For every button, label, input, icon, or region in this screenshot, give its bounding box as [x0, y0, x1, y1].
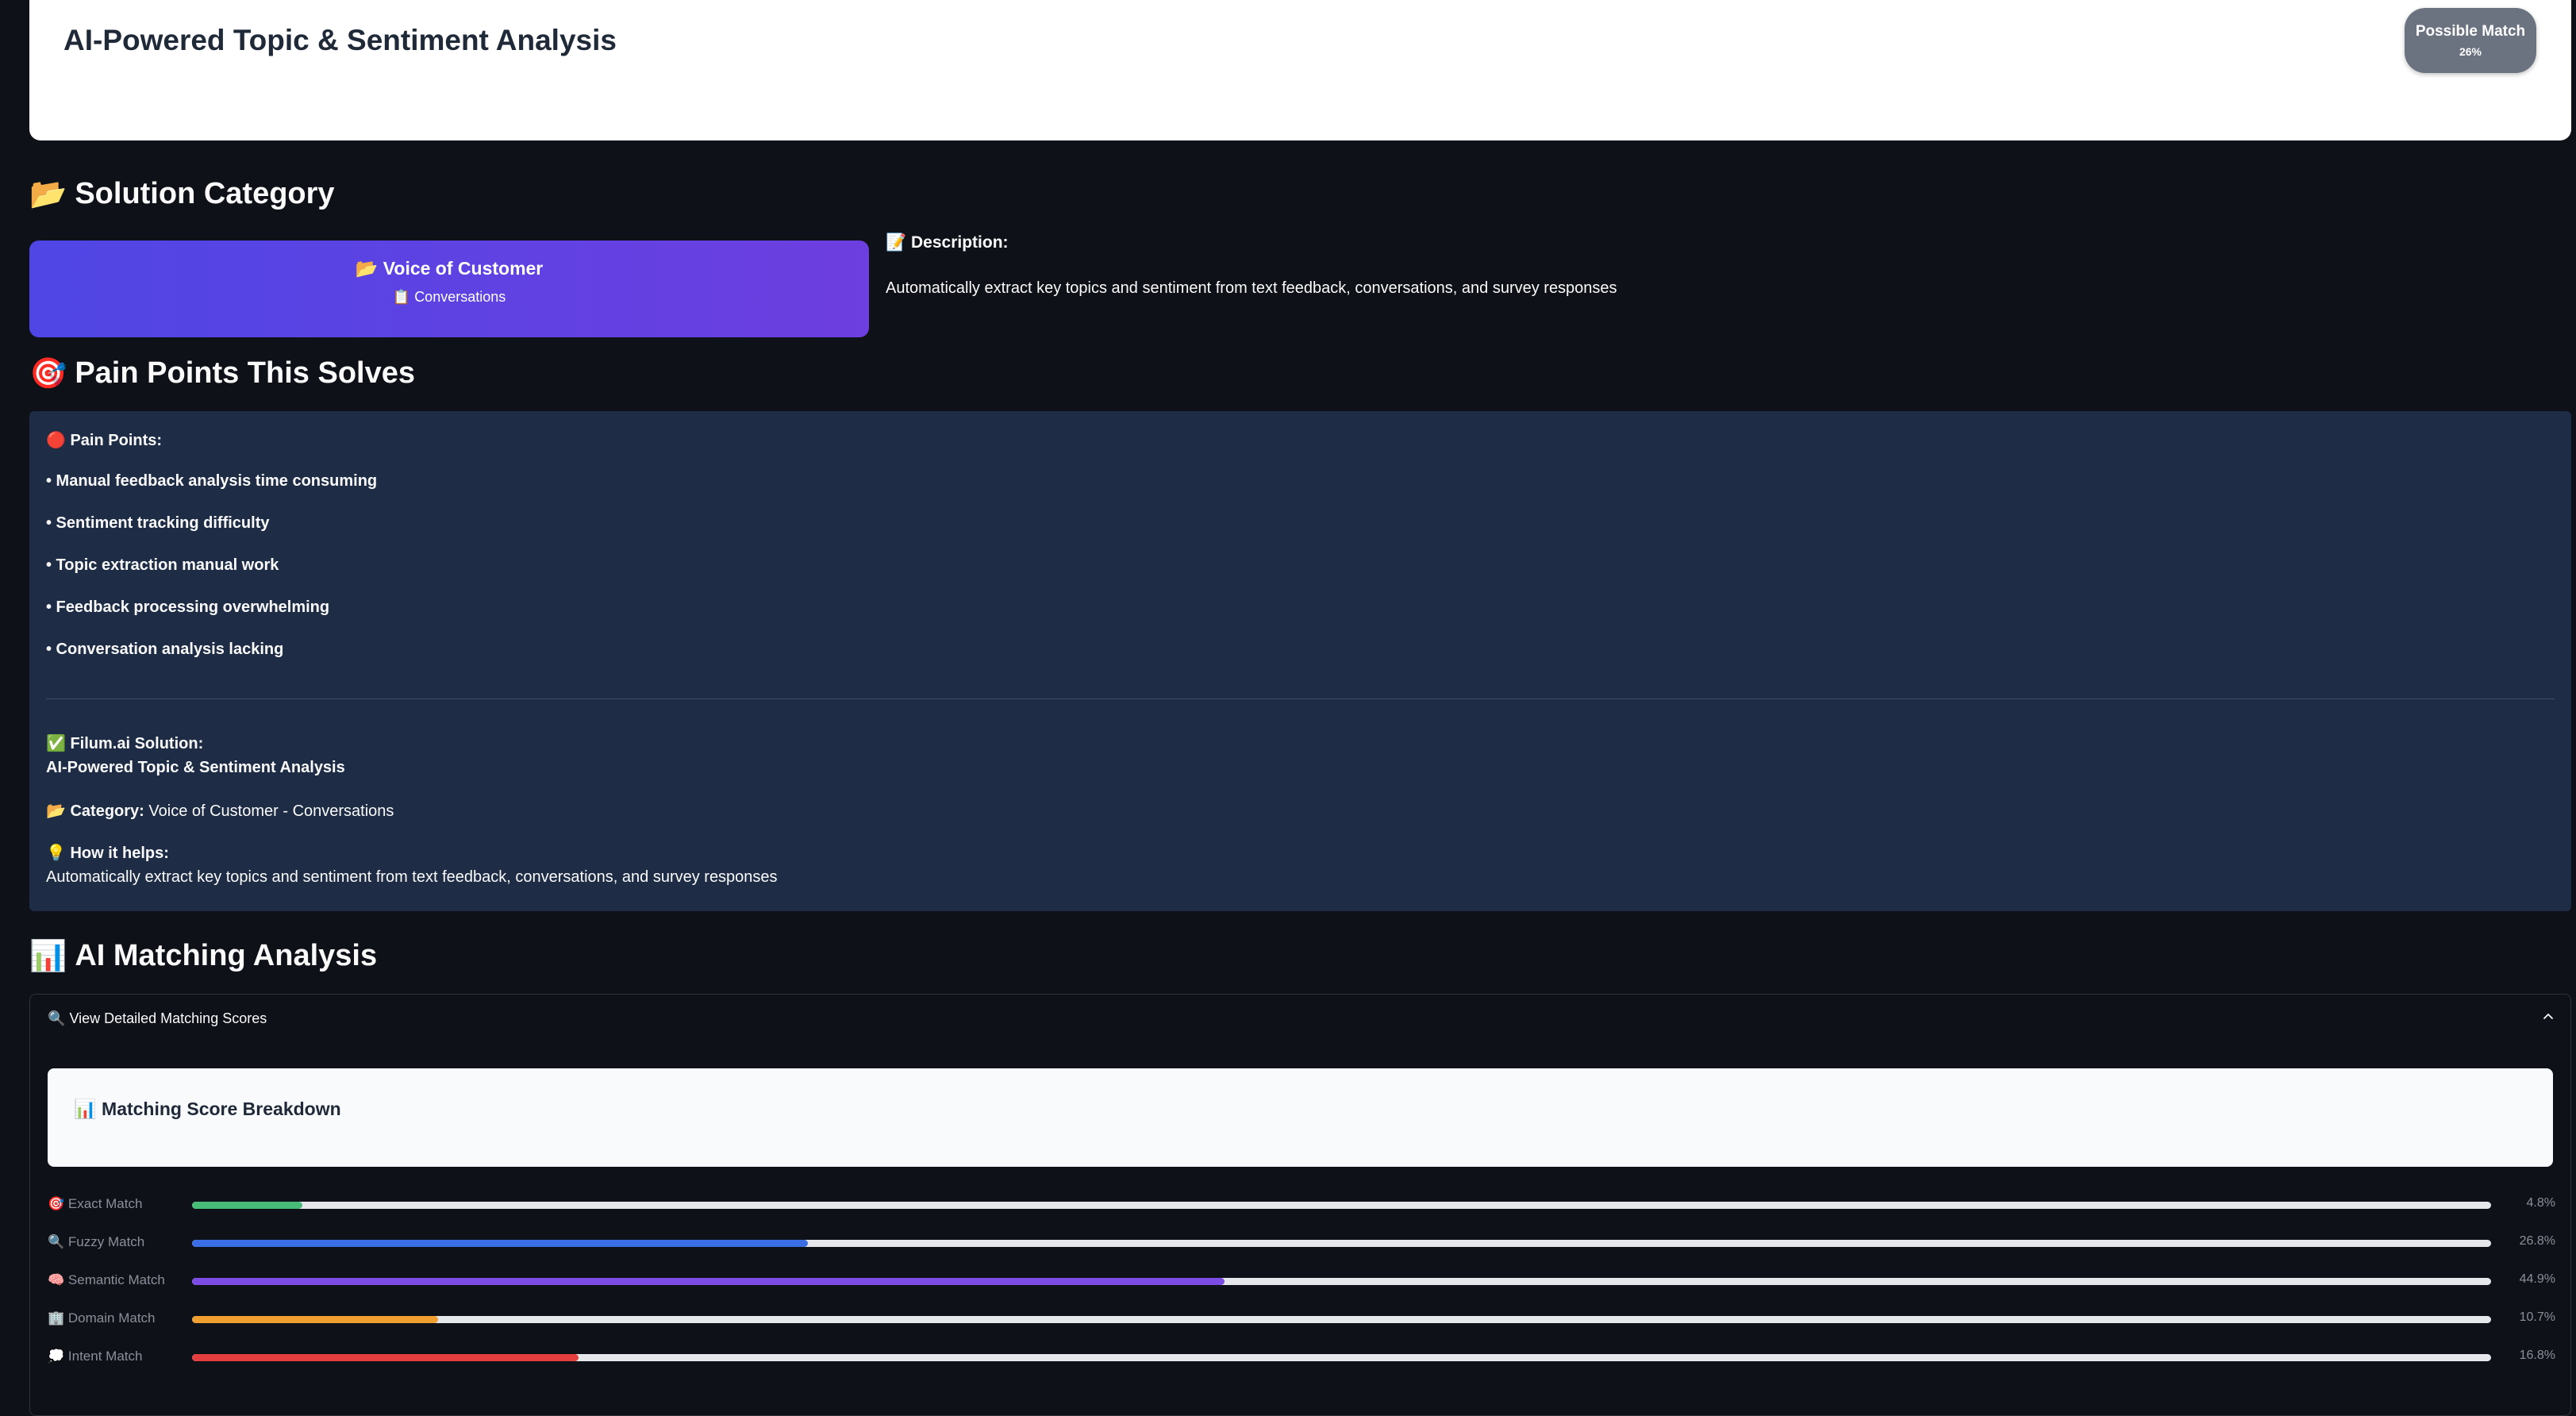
score-label: 🏢 Domain Match [48, 1310, 156, 1326]
description-label: 📝 Description: [886, 233, 1009, 252]
solution-name: AI-Powered Topic & Sentiment Analysis [46, 759, 345, 776]
match-badge-value: 26% [2459, 45, 2482, 58]
description-label-text: Description: [911, 233, 1009, 252]
score-value: 26.8% [2519, 1234, 2555, 1248]
magnifier-icon: 🔍 [48, 1234, 65, 1250]
matching-scores-expander: 🔍 View Detailed Matching Scores 📊 Matchi… [29, 994, 2571, 1416]
category-card-main: Voice of Customer [383, 258, 544, 279]
progress-track [192, 1240, 2491, 1247]
pain-points-heading-text: Pain Points This Solves [75, 356, 415, 390]
score-row-fuzzy: 🔍 Fuzzy Match 26.8% [48, 1231, 2555, 1255]
light-bulb-icon: 💡 [46, 843, 66, 862]
pain-points-panel: 🔴 Pain Points: • Manual feedback analysi… [29, 411, 2571, 911]
category-label: Category: [70, 802, 144, 820]
score-row-semantic: 🧠 Semantic Match 44.9% [48, 1269, 2555, 1293]
ai-matching-heading: 📊 AI Matching Analysis [29, 938, 377, 974]
score-value: 16.8% [2519, 1349, 2555, 1362]
solution-label: ✅ Filum.ai Solution: [46, 733, 204, 752]
score-row-exact: 🎯 Exact Match 4.8% [48, 1193, 2555, 1217]
solution-category-heading-text: Solution Category [75, 177, 335, 210]
bar-chart-icon: 📊 [29, 938, 67, 973]
score-label: 🎯 Exact Match [48, 1196, 143, 1212]
how-it-helps-text: Automatically extract key topics and sen… [46, 868, 778, 886]
progress-fill [192, 1202, 303, 1209]
score-value: 4.8% [2526, 1196, 2555, 1210]
match-badge-label: Possible Match [2415, 23, 2526, 40]
memo-icon: 📝 [886, 233, 907, 252]
progress-track [192, 1316, 2491, 1323]
list-item: • Feedback processing overwhelming [46, 598, 330, 616]
check-mark-icon: ✅ [46, 733, 66, 752]
list-item: • Topic extraction manual work [46, 556, 279, 574]
progress-track [192, 1202, 2491, 1209]
category-value: Voice of Customer - Conversations [148, 802, 394, 820]
score-value: 10.7% [2519, 1310, 2555, 1324]
breakdown-card: 📊 Matching Score Breakdown [48, 1068, 2553, 1167]
category-line: 📂 Category: Voice of Customer - Conversa… [46, 801, 394, 821]
pain-points-label: 🔴 Pain Points: [46, 430, 163, 449]
description-text: Automatically extract key topics and sen… [886, 279, 1617, 297]
score-label: 🔍 Fuzzy Match [48, 1234, 145, 1250]
magnifier-icon: 🔍 [48, 1010, 66, 1027]
pain-points-heading: 🎯 Pain Points This Solves [29, 356, 415, 391]
category-card: 📂 Voice of Customer 📋 Conversations [29, 240, 869, 337]
score-label: 💭 Intent Match [48, 1349, 143, 1364]
office-building-icon: 🏢 [48, 1310, 65, 1326]
folder-icon: 📂 [29, 176, 67, 211]
category-card-sub: Conversations [414, 289, 506, 305]
clipboard-icon: 📋 [392, 289, 411, 306]
progress-fill [192, 1354, 579, 1361]
progress-fill [192, 1316, 438, 1323]
target-icon: 🎯 [48, 1196, 65, 1212]
progress-track [192, 1278, 2491, 1285]
target-icon: 🎯 [29, 356, 67, 391]
score-row-domain: 🏢 Domain Match 10.7% [48, 1307, 2555, 1331]
red-circle-icon: 🔴 [46, 430, 66, 449]
how-it-helps-label: 💡 How it helps: [46, 843, 169, 862]
brain-icon: 🧠 [48, 1272, 65, 1288]
header-card: AI-Powered Topic & Sentiment Analysis Po… [29, 0, 2571, 140]
score-row-intent: 💭 Intent Match 16.8% [48, 1345, 2555, 1369]
progress-fill [192, 1278, 1225, 1285]
score-label: 🧠 Semantic Match [48, 1272, 165, 1288]
bar-chart-icon: 📊 [74, 1099, 97, 1120]
score-value: 44.9% [2519, 1272, 2555, 1286]
chevron-up-icon[interactable] [2543, 1012, 2553, 1022]
solution-category-heading: 📂 Solution Category [29, 176, 335, 212]
expander-header[interactable]: 🔍 View Detailed Matching Scores [48, 1010, 267, 1027]
progress-track [192, 1354, 2491, 1361]
page-title: AI-Powered Topic & Sentiment Analysis [63, 24, 617, 56]
list-item: • Sentiment tracking difficulty [46, 514, 270, 532]
list-item: • Conversation analysis lacking [46, 641, 284, 658]
ai-matching-heading-text: AI Matching Analysis [75, 939, 378, 972]
list-item: • Manual feedback analysis time consumin… [46, 472, 378, 490]
folder-icon: 📂 [355, 259, 379, 279]
match-badge: Possible Match 26% [2405, 8, 2536, 73]
breakdown-title: 📊 Matching Score Breakdown [74, 1099, 341, 1120]
divider [46, 698, 2555, 699]
progress-fill [192, 1240, 809, 1247]
thought-bubble-icon: 💭 [48, 1349, 65, 1364]
expander-label: View Detailed Matching Scores [69, 1010, 267, 1026]
folder-icon: 📂 [46, 801, 66, 820]
